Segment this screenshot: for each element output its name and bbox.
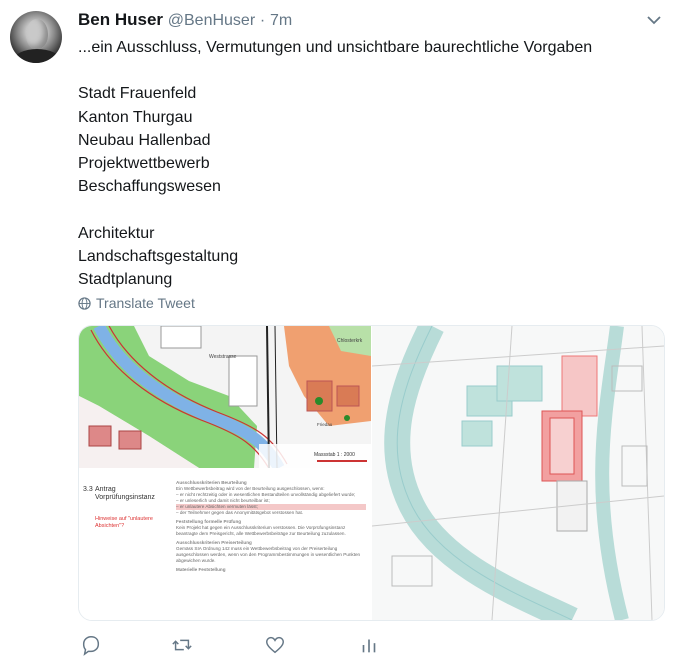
zoning-map: Massstab 1 : 2000 Weststrasse Chlosterkr… bbox=[79, 326, 371, 473]
tweet-actions bbox=[78, 632, 408, 662]
tweet-line: ...ein Ausschluss, Vermutungen und unsic… bbox=[78, 39, 593, 56]
avatar-shoulders bbox=[14, 49, 60, 63]
retweet-icon[interactable] bbox=[171, 634, 193, 656]
tweet-timestamp[interactable]: 7m bbox=[270, 12, 292, 29]
media-image-site-plan[interactable] bbox=[371, 326, 664, 620]
author-name[interactable]: Ben Huser bbox=[78, 10, 163, 29]
reply-icon[interactable] bbox=[80, 634, 102, 656]
doc-bullet: – der Teilnehmer gegen das Anonymitätsge… bbox=[176, 510, 304, 515]
avatar-face bbox=[26, 19, 48, 49]
tweet-line bbox=[78, 59, 592, 82]
doc-heading-4: Materielle Feststellung bbox=[176, 567, 226, 572]
doc-para-3: Gemäss SIA Ordnung 142 muss ein Wettbewe… bbox=[176, 546, 361, 563]
tweet-line: Projektwettbewerb bbox=[78, 154, 210, 172]
tweet-line: Neubau Hallenbad bbox=[78, 131, 211, 149]
tweet-text: ...ein Ausschluss, Vermutungen und unsic… bbox=[78, 36, 592, 291]
doc-para-2: Kein Projekt hat gegen ein Ausschlusskri… bbox=[176, 525, 346, 536]
globe-icon bbox=[78, 296, 91, 310]
section-title: Antrag Vorprüfungsinstanz bbox=[95, 486, 155, 501]
separator-dot: · bbox=[259, 12, 266, 29]
chevron-down-icon[interactable] bbox=[646, 14, 662, 26]
map-street-label: Weststrasse bbox=[209, 354, 237, 360]
avatar[interactable] bbox=[10, 11, 62, 63]
author-handle[interactable]: @BenHuser bbox=[168, 12, 255, 29]
translate-tweet-link[interactable]: Translate Tweet bbox=[78, 295, 195, 311]
translate-label: Translate Tweet bbox=[96, 295, 195, 311]
tweet-header: Ben Huser @BenHuser · 7m bbox=[78, 10, 292, 30]
map-place-label: Friedau bbox=[317, 422, 333, 427]
tweet-line: Stadtplanung bbox=[78, 270, 173, 288]
tweet-line bbox=[78, 198, 592, 221]
media-image-zoning-map[interactable]: Massstab 1 : 2000 Weststrasse Chlosterkr… bbox=[79, 326, 371, 620]
document-body: Ausschlusskriterien Beurteilung Ein Wett… bbox=[176, 480, 366, 573]
site-plan bbox=[371, 326, 664, 620]
tweet-line: Landschaftsgestaltung bbox=[78, 247, 239, 265]
document-excerpt: 3.3 Antrag Vorprüfungsinstanz Hinweise a… bbox=[79, 468, 371, 620]
analytics-icon[interactable] bbox=[358, 634, 380, 656]
tweet-media[interactable]: Massstab 1 : 2000 Weststrasse Chlosterkr… bbox=[78, 325, 665, 621]
tweet-line: Stadt Frauenfeld bbox=[78, 85, 197, 103]
tweet: Ben Huser @BenHuser · 7m ...ein Ausschlu… bbox=[0, 0, 676, 672]
red-annotation: Hinweise auf "unlautere Absichten"? bbox=[95, 516, 153, 529]
like-icon[interactable] bbox=[264, 634, 286, 656]
section-number: 3.3 bbox=[83, 486, 93, 493]
tweet-line: Beschaffungswesen bbox=[78, 178, 221, 196]
tweet-line: Kanton Thurgau bbox=[78, 108, 193, 126]
tweet-line: Architektur bbox=[78, 224, 155, 242]
map-area-label: Chlosterkrk bbox=[337, 338, 363, 344]
map-scale-label: Massstab 1 : 2000 bbox=[314, 452, 355, 458]
